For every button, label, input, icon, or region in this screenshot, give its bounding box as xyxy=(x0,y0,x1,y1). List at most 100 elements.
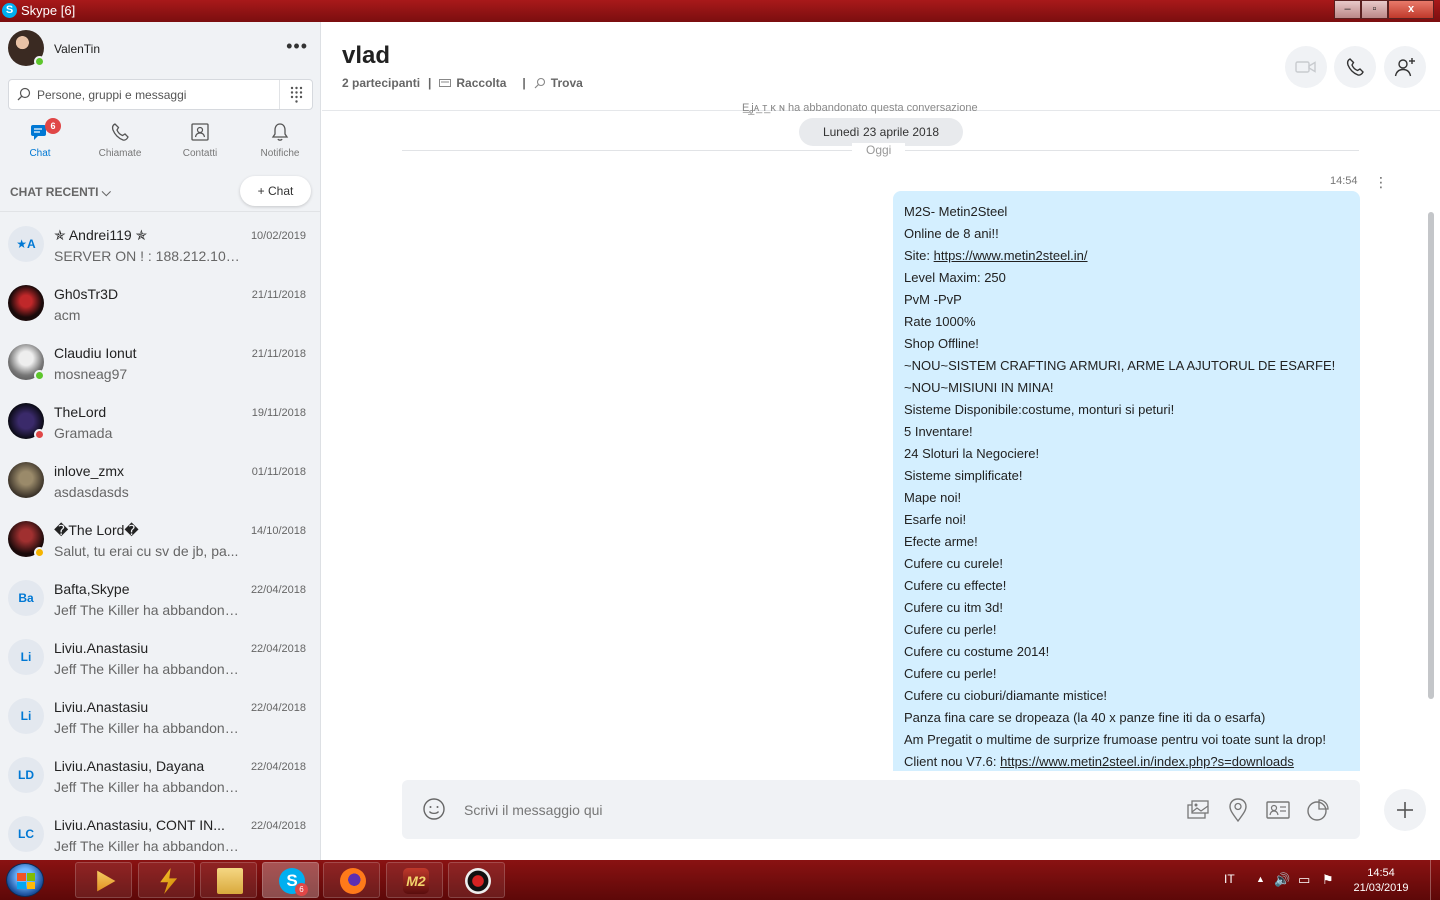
message-line: Cufere cu costume 2014! xyxy=(904,644,1050,659)
add-people-button[interactable] xyxy=(1384,46,1426,88)
chat-last-message: Jeff The Killer ha abbandonato... xyxy=(54,602,244,618)
chat-list-item[interactable]: Li Liviu.Anastasiu 22/04/2018 Jeff The K… xyxy=(0,688,320,747)
chat-last-message: Jeff The Killer ha abbandonato... xyxy=(54,779,244,795)
find-link[interactable]: Trova xyxy=(534,76,591,90)
conversation-title[interactable]: vlad xyxy=(342,42,390,70)
chat-list-item[interactable]: LC Liviu.Anastasiu, CONT IN... 22/04/201… xyxy=(0,806,320,860)
taskbar-metin2[interactable]: M2 xyxy=(386,862,443,898)
client-download-link[interactable]: https://www.metin2steel.in/index.php?s=d… xyxy=(1000,754,1294,769)
language-indicator[interactable]: IT xyxy=(1224,872,1235,886)
chat-list-item[interactable]: LD Liviu.Anastasiu, Dayana 22/04/2018 Je… xyxy=(0,747,320,806)
chat-date: 21/11/2018 xyxy=(251,289,306,301)
nav-chat[interactable]: 6 Chat xyxy=(0,118,80,162)
taskbar-winamp[interactable] xyxy=(138,862,195,898)
minimize-button[interactable]: – xyxy=(1334,0,1361,19)
message-line: Am Pregatit o multime de surprize frumoa… xyxy=(904,732,1326,747)
clock-time: 14:54 xyxy=(1367,867,1395,879)
chat-list-item[interactable]: Gh0sTr3D 21/11/2018 acm xyxy=(0,275,320,334)
chat-list-item[interactable]: ★A ✯ Andrei119 ✯ 10/02/2019 SERVER ON ! … xyxy=(0,216,320,275)
gallery-link[interactable]: Raccolta xyxy=(439,76,514,90)
chat-list-item[interactable]: TheLord 19/11/2018 Gramada xyxy=(0,393,320,452)
message-line-text: Client nou V7.6: xyxy=(904,754,1001,769)
network-icon[interactable]: ▭ xyxy=(1298,872,1310,888)
poll-icon[interactable] xyxy=(1304,796,1332,824)
taskbar-firefox[interactable] xyxy=(323,862,380,898)
taskbar-skype[interactable]: S 6 xyxy=(262,862,319,898)
taskbar-explorer[interactable] xyxy=(200,862,257,898)
taskbar-recorder[interactable] xyxy=(448,862,505,898)
volume-icon[interactable]: 🔊 xyxy=(1274,872,1290,888)
chat-name: �The Lord� xyxy=(54,522,139,538)
find-label: Trova xyxy=(550,76,583,90)
nav-notifications[interactable]: Notifiche xyxy=(240,118,320,162)
video-call-button[interactable] xyxy=(1285,46,1327,88)
action-center-icon[interactable]: ⚑ xyxy=(1322,872,1334,888)
emoji-icon[interactable] xyxy=(422,797,446,821)
nav-calls-label: Chiamate xyxy=(98,148,142,159)
lightning-icon xyxy=(160,868,178,894)
participants-link[interactable]: 2 partecipanti xyxy=(342,76,420,90)
message-line: Rate 1000% xyxy=(904,314,976,329)
chat-last-message: Salut, tu erai cu sv de jb, pa... xyxy=(54,543,239,559)
chat-date: 01/11/2018 xyxy=(251,466,306,478)
message-line: Cufere cu perle! xyxy=(904,666,997,681)
date-separator: Lunedì 23 aprile 2018 xyxy=(799,118,963,146)
recent-chats-dropdown[interactable]: CHAT RECENTI ⌵ xyxy=(10,185,111,200)
conversation-scrollbar[interactable] xyxy=(1428,212,1434,699)
chat-date: 22/04/2018 xyxy=(250,584,306,596)
chat-list-item[interactable]: �The Lord� 14/10/2018 Salut, tu erai cu … xyxy=(0,511,320,570)
bell-icon xyxy=(271,123,289,141)
chat-date: 22/04/2018 xyxy=(250,820,306,832)
away-status-icon xyxy=(34,547,45,558)
nav-notifications-label: Notifiche xyxy=(260,148,300,159)
new-chat-button[interactable]: + Chat xyxy=(240,176,311,206)
nav-contacts[interactable]: Contatti xyxy=(160,118,240,162)
maximize-button[interactable]: ▫ xyxy=(1361,0,1388,19)
start-button[interactable] xyxy=(6,863,44,897)
close-button[interactable]: x xyxy=(1388,0,1434,19)
dialpad-button[interactable] xyxy=(279,80,312,109)
message-input[interactable] xyxy=(464,798,1064,822)
show-desktop-button[interactable] xyxy=(1430,860,1440,900)
separator: | xyxy=(522,76,526,90)
add-content-button[interactable] xyxy=(1384,789,1426,831)
chat-list-item[interactable]: Ba Bafta,Skype 22/04/2018 Jeff The Kille… xyxy=(0,570,320,629)
chat-avatar xyxy=(8,521,45,558)
chat-name: Bafta,Skype xyxy=(54,581,130,597)
profile-avatar[interactable] xyxy=(8,30,45,67)
contact-card-icon[interactable] xyxy=(1264,796,1292,824)
chat-last-message: mosneag97 xyxy=(54,366,128,382)
chat-last-message: SERVER ON ! : 188.212.100.207 xyxy=(54,248,244,264)
chat-date: 10/02/2019 xyxy=(250,230,306,242)
show-hidden-icons-button[interactable]: ▲ xyxy=(1256,874,1265,884)
chat-name: Liviu.Anastasiu, Dayana xyxy=(54,758,205,774)
phone-icon xyxy=(111,123,129,141)
message-options-button[interactable]: ⋮ xyxy=(1374,174,1388,191)
message-bubble[interactable]: M2S- Metin2Steel Online de 8 ani!! Site:… xyxy=(893,191,1360,771)
chat-avatar xyxy=(8,403,45,440)
skype-taskbar-badge: 6 xyxy=(295,883,308,896)
chat-avatar xyxy=(8,462,44,498)
media-gallery-icon[interactable] xyxy=(1184,796,1212,824)
video-camera-icon xyxy=(1295,61,1316,73)
location-pin-icon[interactable] xyxy=(1224,796,1252,824)
conversation-pane: vlad 2 partecipanti | Raccolta | Trova E… xyxy=(322,22,1440,860)
message-composer xyxy=(402,780,1360,839)
search-icon xyxy=(17,87,31,101)
chat-list-item[interactable]: Li Liviu.Anastasiu 22/04/2018 Jeff The K… xyxy=(0,629,320,688)
message-line: Level Maxim: 250 xyxy=(904,270,1006,285)
message-line: Cufere cu cioburi/diamante mistice! xyxy=(904,688,1108,703)
search-input[interactable] xyxy=(37,85,277,105)
audio-call-button[interactable] xyxy=(1334,46,1376,88)
site-link[interactable]: https://www.metin2steel.in/ xyxy=(934,248,1088,263)
taskbar-media-player[interactable] xyxy=(75,862,132,898)
message-line: Sisteme Disponibile:costume, monturi si … xyxy=(904,402,1175,417)
taskbar-clock[interactable]: 14:54 21/03/2019 xyxy=(1346,866,1416,896)
chat-list-item[interactable]: inlove_zmx 01/11/2018 asdasdasds xyxy=(0,452,320,511)
more-options-button[interactable]: ••• xyxy=(286,36,308,57)
chat-list: ★A ✯ Andrei119 ✯ 10/02/2019 SERVER ON ! … xyxy=(0,216,320,860)
chat-list-item[interactable]: Claudiu Ionut 21/11/2018 mosneag97 xyxy=(0,334,320,393)
profile-name[interactable]: ValenTin xyxy=(54,42,100,56)
chat-avatar: Li xyxy=(8,639,44,675)
nav-calls[interactable]: Chiamate xyxy=(80,118,160,162)
